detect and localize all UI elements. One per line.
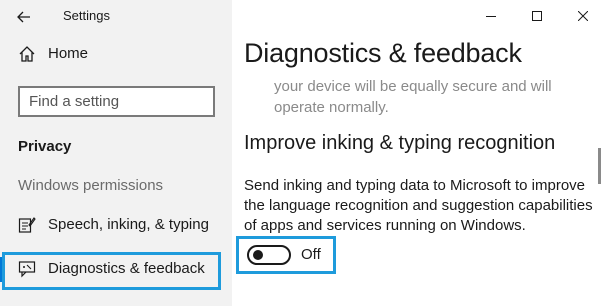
back-button[interactable] — [12, 6, 36, 28]
search-box[interactable] — [18, 86, 215, 117]
toggle-knob — [253, 250, 263, 260]
minimize-button[interactable] — [468, 0, 514, 32]
toggle-switch[interactable] — [247, 245, 291, 265]
selected-indicator — [0, 257, 4, 282]
sidebar-item-label: Diagnostics & feedback — [48, 260, 205, 277]
section-title: Improve inking & typing recognition — [244, 132, 556, 154]
close-icon — [578, 11, 588, 21]
diagnostics-feedback-icon — [18, 261, 36, 278]
inking-typing-toggle-control: Off — [236, 236, 336, 274]
section-heading-privacy: Privacy — [18, 138, 72, 155]
faded-description: your device will be equally secure and w… — [274, 78, 552, 116]
back-arrow-icon — [17, 11, 30, 23]
toggle-state-label: Off — [301, 246, 321, 263]
search-input[interactable] — [20, 88, 213, 115]
scrollbar-thumb[interactable] — [598, 148, 601, 184]
home-nav-item[interactable]: Home — [0, 38, 232, 70]
close-button[interactable] — [560, 0, 606, 32]
windows-permissions-heading: Windows permissions — [18, 177, 164, 194]
minimize-icon — [486, 16, 496, 17]
sidebar: Settings Home Privacy Windows permission… — [0, 0, 232, 306]
maximize-button[interactable] — [514, 0, 560, 32]
sidebar-item-diagnostics-feedback[interactable]: Diagnostics & feedback — [0, 252, 232, 286]
section-description: Send inking and typing data to Microsoft… — [244, 177, 593, 234]
sidebar-item-speech-inking-typing[interactable]: Speech, inking, & typing — [0, 208, 232, 242]
maximize-icon — [532, 11, 542, 21]
home-label: Home — [48, 45, 89, 62]
home-icon — [19, 46, 35, 62]
speech-inking-icon — [18, 217, 36, 233]
app-title: Settings — [63, 8, 110, 23]
sidebar-item-label: Speech, inking, & typing — [48, 216, 209, 233]
page-title: Diagnostics & feedback — [244, 38, 522, 68]
window-controls — [468, 0, 606, 32]
